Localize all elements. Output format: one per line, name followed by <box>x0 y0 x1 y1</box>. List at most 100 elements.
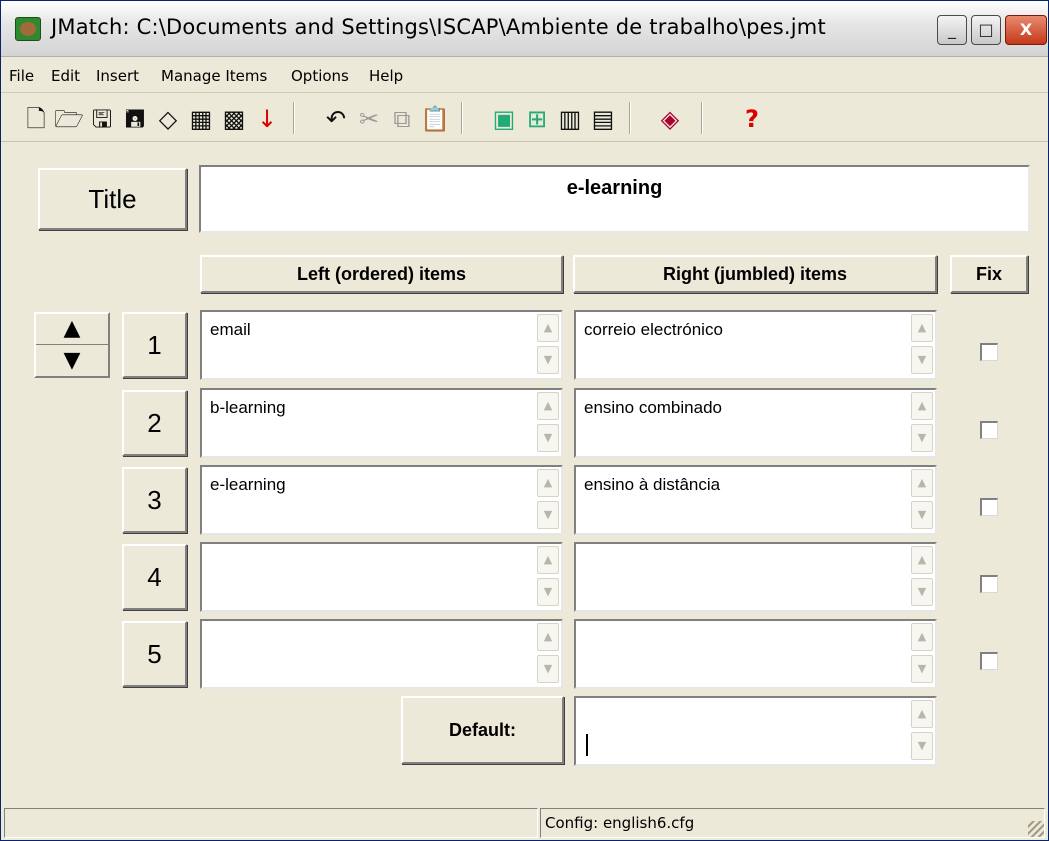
row-number: 3 <box>122 467 187 533</box>
menu-insert[interactable]: Insert <box>96 67 139 85</box>
left-item-text: b-learning <box>210 398 286 417</box>
web-page-icon[interactable]: ▦ <box>186 104 216 134</box>
fix-checkbox[interactable] <box>980 421 998 439</box>
resize-grip-icon[interactable] <box>1028 821 1044 837</box>
menu-bar: File Edit Insert Manage Items Options He… <box>1 59 1048 93</box>
right-item-input[interactable]: ▲ ▼ <box>574 619 937 689</box>
right-item-text: ensino combinado <box>584 398 722 417</box>
toolbar: 🗋 🗁 🖫 🖪 ◇ ▦ ▩ ↓ ↶ ✂ ⧉ 📋 ▣ ⊞ ▥ ▤ ◈ ? <box>1 94 1048 142</box>
fix-header: Fix <box>950 255 1028 293</box>
scroll-down-arrow[interactable]: ▼ <box>911 346 933 374</box>
scroll-up-arrow[interactable]: ▲ <box>537 392 559 420</box>
row-number: 2 <box>122 390 187 456</box>
palette-icon[interactable]: ◈ <box>655 104 685 134</box>
left-item-text: e-learning <box>210 475 286 494</box>
fix-checkbox[interactable] <box>980 652 998 670</box>
right-item-input[interactable]: correio electrónico ▲ ▼ <box>574 310 937 380</box>
help-icon[interactable]: ? <box>737 104 767 134</box>
left-items-header: Left (ordered) items <box>200 255 563 293</box>
scroll-down-button[interactable]: ▼ <box>36 346 108 377</box>
scroll-down-arrow[interactable]: ▼ <box>537 655 559 683</box>
fix-checkbox[interactable] <box>980 575 998 593</box>
title-bar[interactable]: JMatch: C:\Documents and Settings\ISCAP\… <box>1 1 1048 57</box>
status-pane-left <box>4 808 538 838</box>
scroll-up-arrow[interactable]: ▲ <box>911 469 933 497</box>
scroll-down-arrow[interactable]: ▼ <box>911 578 933 606</box>
right-items-header: Right (jumbled) items <box>573 255 937 293</box>
left-item-text: email <box>210 320 251 339</box>
maximize-button[interactable]: □ <box>971 15 1001 45</box>
open-folder-icon[interactable]: 🗁 <box>54 104 84 134</box>
scroll-up-arrow[interactable]: ▲ <box>537 546 559 574</box>
toolbar-separator <box>629 102 631 134</box>
scroll-up-arrow[interactable]: ▲ <box>911 700 933 728</box>
default-input[interactable]: ▲ ▼ <box>574 696 937 766</box>
menu-options[interactable]: Options <box>291 67 349 85</box>
scroll-up-arrow[interactable]: ▲ <box>911 623 933 651</box>
export-print-icon[interactable]: ▤ <box>588 104 618 134</box>
toolbar-separator <box>461 102 463 134</box>
scroll-down-arrow[interactable]: ▼ <box>537 424 559 452</box>
scroll-rows-control: ▲ ▼ <box>34 312 110 378</box>
row-number: 1 <box>122 312 187 378</box>
scroll-up-arrow[interactable]: ▲ <box>911 546 933 574</box>
save-icon[interactable]: 🖫 <box>87 104 117 134</box>
title-label: Title <box>38 168 187 230</box>
menu-file[interactable]: File <box>9 67 34 85</box>
right-item-text: ensino à distância <box>584 475 721 494</box>
right-item-input[interactable]: ensino combinado ▲ ▼ <box>574 388 937 458</box>
default-label: Default: <box>401 696 564 764</box>
menu-manage-items[interactable]: Manage Items <box>161 67 267 85</box>
web-page-alt-icon[interactable]: ▩ <box>219 104 249 134</box>
row-number: 4 <box>122 544 187 610</box>
undo-icon[interactable]: ↶ <box>321 104 351 134</box>
print-icon[interactable]: ▥ <box>555 104 585 134</box>
scroll-down-arrow[interactable]: ▼ <box>537 501 559 529</box>
scroll-up-arrow[interactable]: ▲ <box>537 623 559 651</box>
scroll-up-arrow[interactable]: ▲ <box>911 392 933 420</box>
status-bar: Config: english6.cfg <box>1 805 1048 840</box>
scroll-down-arrow[interactable]: ▼ <box>911 424 933 452</box>
left-item-input[interactable]: ▲ ▼ <box>200 619 563 689</box>
left-item-input[interactable]: email ▲ ▼ <box>200 310 563 380</box>
row-number: 5 <box>122 621 187 687</box>
right-item-input[interactable]: ▲ ▼ <box>574 542 937 612</box>
scroll-down-arrow[interactable]: ▼ <box>537 346 559 374</box>
scroll-down-arrow[interactable]: ▼ <box>911 655 933 683</box>
new-file-icon[interactable]: 🗋 <box>21 104 51 134</box>
scroll-up-arrow[interactable]: ▲ <box>911 314 933 342</box>
export-icon[interactable]: ◇ <box>153 104 183 134</box>
close-button[interactable]: X <box>1005 15 1047 45</box>
left-item-input[interactable]: e-learning ▲ ▼ <box>200 465 563 535</box>
fix-checkbox[interactable] <box>980 498 998 516</box>
scroll-up-arrow[interactable]: ▲ <box>537 314 559 342</box>
fix-checkbox[interactable] <box>980 343 998 361</box>
scroll-up-arrow[interactable]: ▲ <box>537 469 559 497</box>
paste-icon[interactable]: 📋 <box>420 104 450 134</box>
right-item-input[interactable]: ensino à distância ▲ ▼ <box>574 465 937 535</box>
scroll-down-arrow[interactable]: ▼ <box>537 578 559 606</box>
download-icon[interactable]: ↓ <box>252 104 282 134</box>
right-item-text: correio electrónico <box>584 320 723 339</box>
menu-help[interactable]: Help <box>369 67 403 85</box>
title-input[interactable]: e-learning <box>199 165 1030 233</box>
toolbar-separator <box>701 102 703 134</box>
left-item-input[interactable]: ▲ ▼ <box>200 542 563 612</box>
window-title: JMatch: C:\Documents and Settings\ISCAP\… <box>51 15 826 39</box>
create-web-page-icon[interactable]: ▣ <box>489 104 519 134</box>
status-config: Config: english6.cfg <box>540 808 1045 838</box>
left-item-input[interactable]: b-learning ▲ ▼ <box>200 388 563 458</box>
menu-edit[interactable]: Edit <box>51 67 80 85</box>
config-icon[interactable]: ⊞ <box>522 104 552 134</box>
minimize-button[interactable]: _ <box>937 15 967 45</box>
scroll-down-arrow[interactable]: ▼ <box>911 732 933 760</box>
scroll-down-arrow[interactable]: ▼ <box>911 501 933 529</box>
cut-icon[interactable]: ✂ <box>354 104 384 134</box>
scroll-up-button[interactable]: ▲ <box>36 314 108 345</box>
app-window: JMatch: C:\Documents and Settings\ISCAP\… <box>0 0 1049 841</box>
save-as-icon[interactable]: 🖪 <box>120 104 150 134</box>
text-cursor <box>586 734 588 756</box>
app-icon[interactable] <box>15 17 41 41</box>
toolbar-separator <box>293 102 295 134</box>
copy-icon[interactable]: ⧉ <box>387 104 417 134</box>
